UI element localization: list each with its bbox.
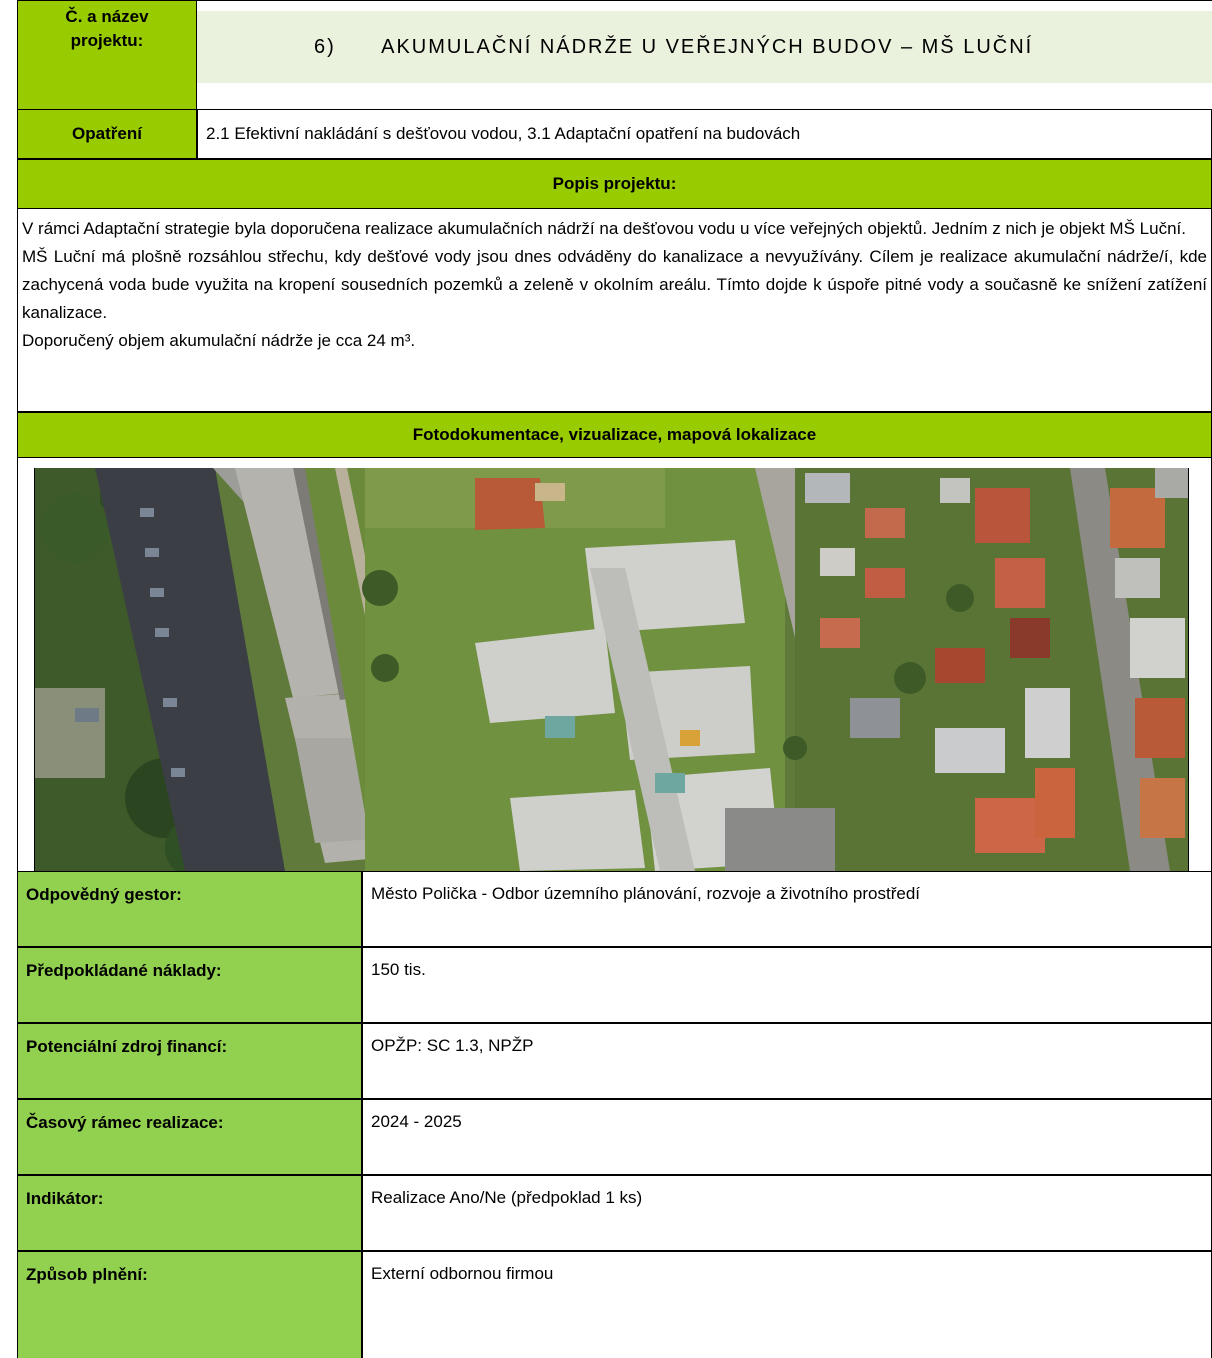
description-heading: Popis projektu: <box>17 159 1212 209</box>
detail-value-timeframe: 2024 - 2025 <box>362 1099 1212 1175</box>
project-title-area: 6) AKUMULAČNÍ NÁDRŽE U VEŘEJNÝCH BUDOV –… <box>197 0 1212 109</box>
detail-label-funding: Potenciální zdroj financí: <box>17 1023 362 1099</box>
detail-value-fulfilment: Externí odbornou firmou <box>362 1251 1212 1358</box>
detail-value-funding: OPŽP: SC 1.3, NPŽP <box>362 1023 1212 1099</box>
aerial-map-image <box>35 468 1188 871</box>
detail-value-costs: 150 tis. <box>362 947 1212 1023</box>
description-paragraph-1: V rámci Adaptační strategie byla doporuč… <box>22 219 1186 238</box>
detail-label-indicator: Indikátor: <box>17 1175 362 1251</box>
measure-value: 2.1 Efektivní nakládání s dešťovou vodou… <box>197 109 1212 159</box>
aerial-map-photo <box>34 468 1189 871</box>
project-title: 6) AKUMULAČNÍ NÁDRŽE U VEŘEJNÝCH BUDOV –… <box>314 35 1034 58</box>
photo-heading: Fotodokumentace, vizualizace, mapová lok… <box>17 412 1212 458</box>
detail-label-costs: Předpokládané náklady: <box>17 947 362 1023</box>
detail-label-gestor: Odpovědný gestor: <box>17 871 362 947</box>
detail-label-fulfilment: Způsob plnění: <box>17 1251 362 1358</box>
description-paragraph-2: MŠ Luční má plošně rozsáhlou střechu, kd… <box>22 247 1207 322</box>
project-label-line1: Č. a název <box>65 7 149 26</box>
project-label-line2: projektu: <box>70 31 144 50</box>
detail-value-indicator: Realizace Ano/Ne (předpoklad 1 ks) <box>362 1175 1212 1251</box>
description-body: V rámci Adaptační strategie byla doporuč… <box>17 209 1212 412</box>
project-sheet: Č. a název projektu: 6) AKUMULAČNÍ NÁDRŽ… <box>17 0 1212 1358</box>
description-paragraph-3: Doporučený objem akumulační nádrže je cc… <box>22 331 416 350</box>
project-title-band: 6) AKUMULAČNÍ NÁDRŽE U VEŘEJNÝCH BUDOV –… <box>197 11 1212 83</box>
measure-label: Opatření <box>17 109 197 159</box>
detail-value-gestor: Město Polička - Odbor územního plánování… <box>362 871 1212 947</box>
project-label-cell: Č. a název projektu: <box>17 0 197 109</box>
detail-label-timeframe: Časový rámec realizace: <box>17 1099 362 1175</box>
